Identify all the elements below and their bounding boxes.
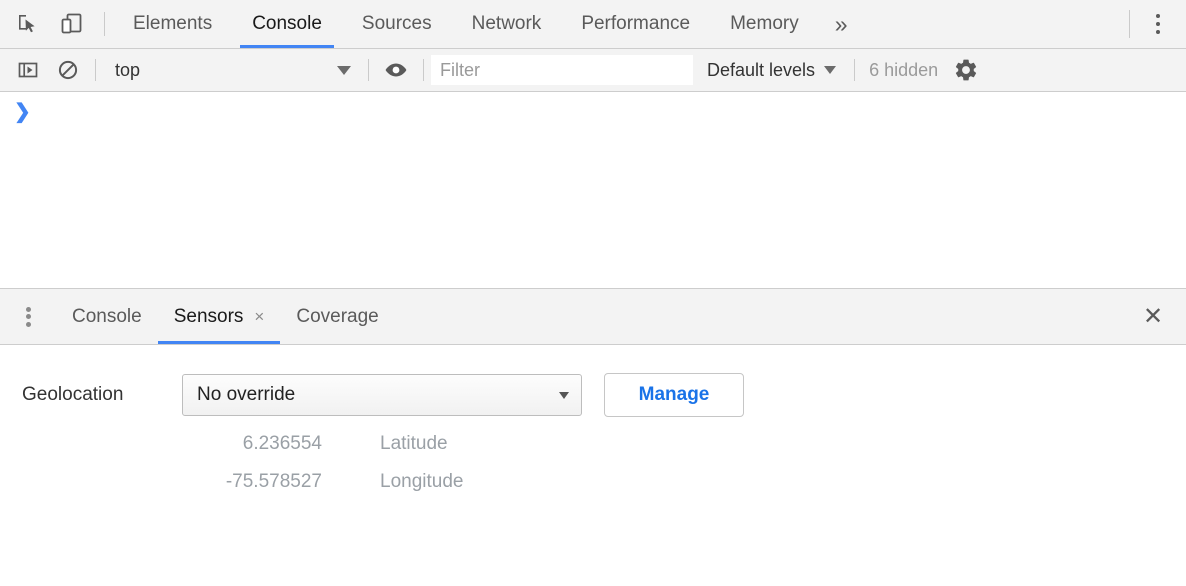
clear-console-icon[interactable] [48, 50, 88, 90]
hidden-messages-count[interactable]: 6 hidden [869, 60, 938, 81]
longitude-row: -75.578527 Longitude [0, 471, 1186, 493]
toolbar-divider [854, 59, 855, 81]
drawer-more-tools-kebab-icon[interactable] [0, 289, 56, 344]
console-sidebar-icon[interactable] [8, 50, 48, 90]
chevron-down-icon [337, 66, 351, 75]
gear-icon[interactable] [944, 50, 988, 90]
geolocation-override-select[interactable]: No override [182, 374, 582, 416]
chevron-down-icon [559, 392, 569, 399]
drawer-tab-sensors[interactable]: Sensors × [158, 289, 281, 344]
console-output-area[interactable]: ❯ [0, 92, 1186, 288]
chevron-down-icon [824, 66, 836, 74]
kebab-dots [1156, 12, 1160, 36]
drawer-tab-label: Console [72, 306, 142, 328]
longitude-label: Longitude [380, 471, 463, 493]
kebab-dots [26, 304, 31, 329]
main-toolbar: Elements Console Sources Network Perform… [0, 0, 1186, 49]
tab-label: Memory [730, 13, 799, 35]
log-levels-label: Default levels [707, 60, 815, 81]
main-menu-kebab-icon[interactable] [1130, 0, 1186, 48]
drawer-tabbar: Console Sensors × Coverage ✕ [0, 289, 1186, 345]
toolbar-divider [104, 12, 105, 36]
chevron-double-right-icon: » [835, 11, 848, 38]
console-filter-toolbar: top Default levels 6 hidden [0, 49, 1186, 92]
console-prompt-row[interactable]: ❯ [0, 92, 1186, 122]
latitude-input[interactable]: 6.236554 [22, 433, 342, 455]
geolocation-label: Geolocation [22, 384, 182, 406]
toolbar-divider [423, 59, 424, 81]
longitude-input[interactable]: -75.578527 [22, 471, 342, 493]
latitude-row: 6.236554 Latitude [0, 433, 1186, 455]
geolocation-row: Geolocation No override Manage [0, 373, 1186, 417]
execution-context-selector[interactable]: top [103, 55, 361, 85]
drawer-tab-coverage[interactable]: Coverage [280, 289, 394, 344]
prompt-chevron-icon: ❯ [14, 102, 31, 122]
execution-context-value: top [115, 60, 337, 81]
devtools-window: Elements Console Sources Network Perform… [0, 0, 1186, 586]
toolbar-divider [95, 59, 96, 81]
drawer-tab-label: Sensors [174, 306, 244, 328]
close-tab-icon[interactable]: × [254, 308, 264, 325]
geolocation-override-value: No override [197, 384, 559, 406]
tab-label: Network [472, 13, 542, 35]
inspect-element-icon[interactable] [6, 0, 50, 48]
filter-input[interactable] [431, 55, 693, 85]
main-toolbar-right [1129, 0, 1186, 48]
sensors-panel: Geolocation No override Manage 6.236554 … [0, 345, 1186, 586]
tab-memory[interactable]: Memory [710, 0, 819, 48]
panel-tabs: Elements Console Sources Network Perform… [113, 0, 1129, 48]
tab-console[interactable]: Console [232, 0, 342, 48]
tab-label: Sources [362, 13, 432, 35]
close-drawer-icon[interactable]: ✕ [1120, 289, 1186, 344]
more-tabs-button[interactable]: » [819, 0, 864, 48]
manage-locations-button[interactable]: Manage [604, 373, 744, 417]
tab-label: Console [252, 13, 322, 35]
device-toolbar-icon[interactable] [50, 0, 94, 48]
latitude-label: Latitude [380, 433, 448, 455]
log-levels-selector[interactable]: Default levels [707, 60, 836, 81]
tab-elements[interactable]: Elements [113, 0, 232, 48]
eye-icon[interactable] [376, 50, 416, 90]
tab-performance[interactable]: Performance [561, 0, 710, 48]
drawer-tab-console[interactable]: Console [56, 289, 158, 344]
drawer: Console Sensors × Coverage ✕ Geolocation… [0, 288, 1186, 586]
tab-label: Performance [581, 13, 690, 35]
tab-network[interactable]: Network [452, 0, 562, 48]
tab-sources[interactable]: Sources [342, 0, 452, 48]
toolbar-divider [368, 59, 369, 81]
drawer-tab-label: Coverage [296, 306, 378, 328]
console-prompt-input[interactable] [31, 102, 1186, 122]
tab-label: Elements [133, 13, 212, 35]
